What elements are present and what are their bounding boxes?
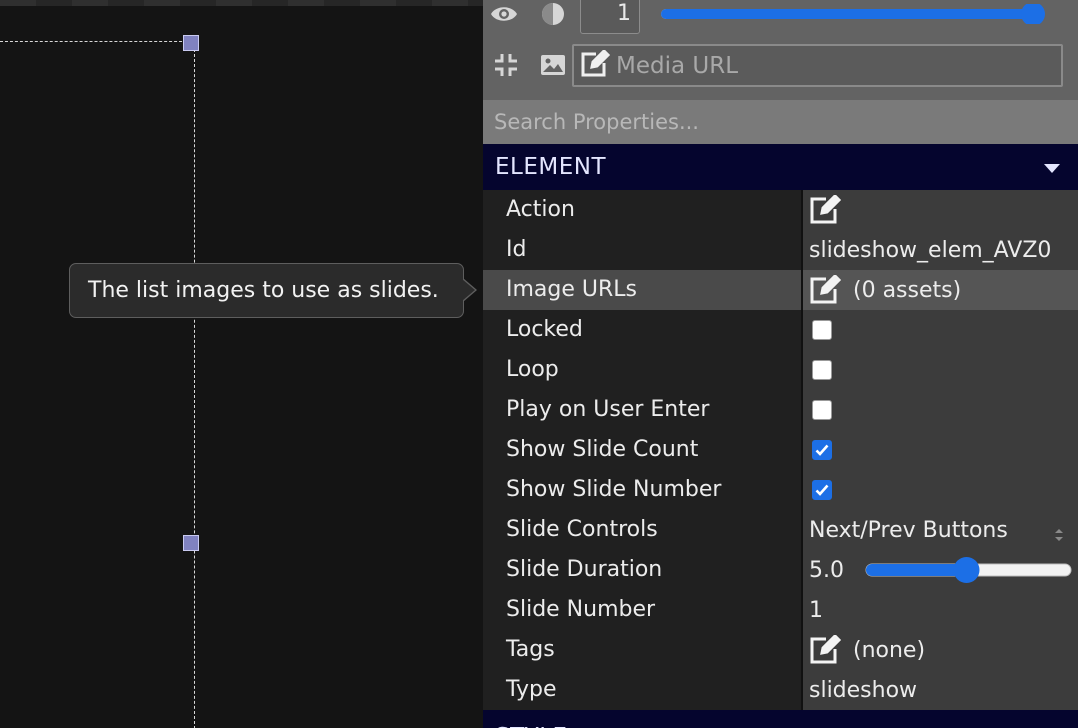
select-value: Next/Prev Buttons [809, 517, 1008, 543]
property-value-id[interactable]: slideshow_elem_AVZ0 [802, 230, 1078, 270]
property-label: Action [506, 197, 575, 222]
property-label: Show Slide Number [506, 477, 722, 502]
property-row-image-urls[interactable]: Image URLs (0 assets) [483, 270, 1078, 310]
property-row-tags[interactable]: Tags (none) [483, 630, 1078, 670]
property-value-locked[interactable] [802, 310, 1078, 350]
tooltip-arrow [462, 278, 477, 302]
property-value-show-slide-number[interactable] [802, 470, 1078, 510]
property-value-text: (none) [853, 637, 926, 663]
checkbox[interactable] [812, 360, 832, 380]
property-row-loop[interactable]: Loop [483, 350, 1078, 390]
property-label: Id [506, 237, 527, 262]
column-divider[interactable] [801, 190, 803, 710]
slide-duration-slider[interactable] [864, 555, 1073, 585]
opacity-input[interactable]: 1 [580, 0, 640, 34]
resize-handle-top-right[interactable] [183, 35, 199, 51]
property-tooltip: The list images to use as slides. [69, 263, 464, 318]
property-row-slide-duration[interactable]: Slide Duration 5.0 [483, 550, 1078, 590]
edit-icon[interactable] [809, 275, 841, 305]
property-value-tags[interactable]: (none) [802, 630, 1078, 670]
properties-panel: 1 Media URL Search Properties... ELEMENT… [483, 0, 1078, 728]
property-row-play-on-user-enter[interactable]: Play on User Enter [483, 390, 1078, 430]
contrast-icon[interactable] [539, 0, 567, 28]
checkbox[interactable] [812, 480, 832, 500]
panel-toolbar: 1 Media URL [483, 0, 1078, 100]
search-properties-input[interactable]: Search Properties... [483, 100, 1078, 144]
resize-handle-right[interactable] [183, 535, 199, 551]
collapse-icon[interactable] [493, 52, 519, 78]
edit-icon[interactable] [580, 48, 611, 82]
property-value-text: (0 assets) [853, 277, 962, 303]
tooltip-text: The list images to use as slides. [88, 278, 439, 303]
property-label: Slide Duration [506, 557, 663, 582]
property-list: Action Id slideshow_elem_AVZ0 Image URLs (0 … [483, 190, 1078, 710]
property-value-slide-controls[interactable]: Next/Prev Buttons [802, 510, 1078, 550]
checkbox[interactable] [812, 320, 832, 340]
property-value-type[interactable]: slideshow [802, 670, 1078, 710]
property-label: Play on User Enter [506, 397, 710, 422]
edit-icon[interactable] [809, 635, 841, 665]
property-row-slide-number[interactable]: Slide Number 1 [483, 590, 1078, 630]
property-row-id[interactable]: Id slideshow_elem_AVZ0 [483, 230, 1078, 270]
property-row-action[interactable]: Action [483, 190, 1078, 230]
property-value-action[interactable] [802, 190, 1078, 230]
property-row-slide-controls[interactable]: Slide Controls Next/Prev Buttons [483, 510, 1078, 550]
image-icon[interactable] [539, 52, 567, 78]
select-arrows-icon [1054, 523, 1064, 541]
property-row-locked[interactable]: Locked [483, 310, 1078, 350]
property-value-text: slideshow_elem_AVZ0 [809, 237, 1052, 263]
search-placeholder: Search Properties... [494, 110, 699, 134]
slider-value: 5.0 [809, 557, 844, 583]
media-url-placeholder: Media URL [616, 52, 739, 79]
property-value-image-urls[interactable]: (0 assets) [802, 270, 1078, 310]
property-value-slide-number[interactable]: 1 [802, 590, 1078, 630]
section-title: STYLE [495, 724, 568, 728]
checkbox[interactable] [812, 440, 832, 460]
property-value-show-slide-count[interactable] [802, 430, 1078, 470]
property-row-show-slide-number[interactable]: Show Slide Number [483, 470, 1078, 510]
property-value-text: 1 [809, 597, 823, 623]
selection-outline-right [194, 44, 195, 728]
canvas-top-strip [0, 0, 483, 6]
property-label: Show Slide Count [506, 437, 699, 462]
property-value-slide-duration[interactable]: 5.0 [802, 550, 1078, 590]
checkbox[interactable] [812, 400, 832, 420]
property-label: Loop [506, 357, 559, 382]
section-title: ELEMENT [495, 154, 607, 180]
section-header-style[interactable]: STYLE [483, 710, 1078, 728]
property-row-type[interactable]: Type slideshow [483, 670, 1078, 710]
editor-canvas[interactable]: The list images to use as slides. [0, 0, 483, 728]
property-value-play-on-user-enter[interactable] [802, 390, 1078, 430]
selection-outline-top [0, 41, 192, 42]
property-label: Type [506, 677, 557, 702]
property-value-loop[interactable] [802, 350, 1078, 390]
property-label: Slide Controls [506, 517, 658, 542]
section-header-element[interactable]: ELEMENT [483, 144, 1078, 190]
property-row-show-slide-count[interactable]: Show Slide Count [483, 430, 1078, 470]
property-label: Image URLs [506, 277, 638, 302]
opacity-slider[interactable] [659, 4, 1047, 24]
caret-down-icon [1044, 164, 1060, 173]
edit-icon[interactable] [809, 195, 841, 225]
eye-icon[interactable] [489, 2, 519, 26]
property-label: Locked [506, 317, 583, 342]
media-url-field[interactable]: Media URL [572, 44, 1063, 87]
property-value-text: slideshow [809, 677, 918, 703]
property-label: Slide Number [506, 597, 656, 622]
property-label: Tags [506, 637, 555, 662]
